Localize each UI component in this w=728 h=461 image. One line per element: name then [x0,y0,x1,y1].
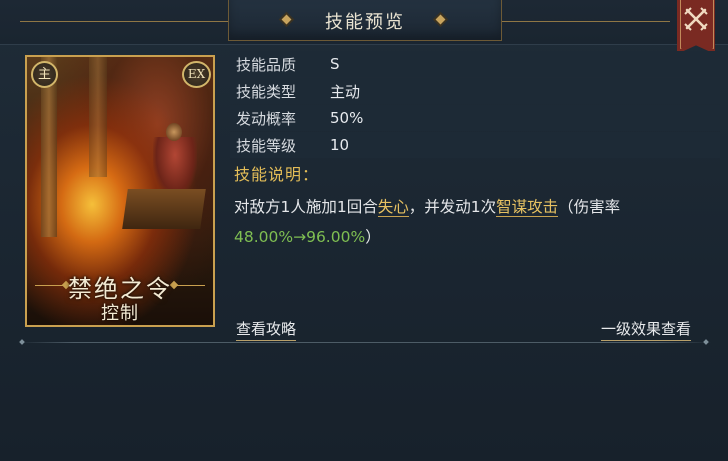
divider-right-dot [703,339,709,345]
info-row-level: 技能等级 10 [230,132,720,158]
status-link-lost-mind[interactable]: 失心 [377,198,409,217]
info-value: 主动 [330,82,361,101]
description-heading: 技能说明： [234,165,320,184]
skill-category: 控制 [101,303,139,324]
card-figure-body [153,137,197,197]
info-key: 技能品质 [236,55,297,74]
desc-text-2: ，并发动1次 [408,198,497,216]
status-link-strategy-attack[interactable]: 智谋攻击 [496,198,559,217]
info-value: 10 [330,136,350,154]
title-left-line [20,21,228,22]
main-badge: 主 [31,61,58,88]
info-row-type: 技能类型 主动 [230,78,720,104]
damage-rate: 48.00%→96.00% [234,228,366,246]
card-desk [122,189,206,229]
divider-left-dot [19,339,25,345]
info-row-quality: 技能品质 S [230,51,720,77]
info-key: 发动概率 [236,109,297,128]
skill-preview-panel: 技能预览 主 EX 禁绝之令 控制 技能品质 S 技能类型 主动 发动概率 50… [0,0,728,461]
window-title: 技能预览 [325,12,405,33]
card-pillar-mid [89,57,107,177]
info-key: 技能类型 [236,82,297,101]
footer-divider [18,342,712,343]
crossed-swords-close-icon [684,7,708,31]
info-value: S [330,55,340,73]
title-right-line [500,21,670,22]
view-guide-link[interactable]: 查看攻略 [236,318,297,341]
desc-text-3: （伤害率 [558,198,621,216]
title-bar: 技能预览 [0,0,728,45]
skill-description: 对敌方1人施加1回合失心，并发动1次智谋攻击（伤害率 48.00%→96.00%） [234,192,714,252]
skill-card: 主 EX 禁绝之令 控制 [25,55,215,327]
desc-text-1: 对敌方1人施加1回合 [234,198,378,216]
info-key: 技能等级 [236,136,297,155]
ex-badge: EX [182,61,211,88]
desc-text-4: ） [365,228,381,246]
level-one-effect-link[interactable]: 一级效果查看 [601,318,692,341]
close-button[interactable] [677,0,715,54]
card-figure-head [166,123,182,141]
info-row-chance: 发动概率 50% [230,105,720,131]
info-value: 50% [330,109,364,127]
